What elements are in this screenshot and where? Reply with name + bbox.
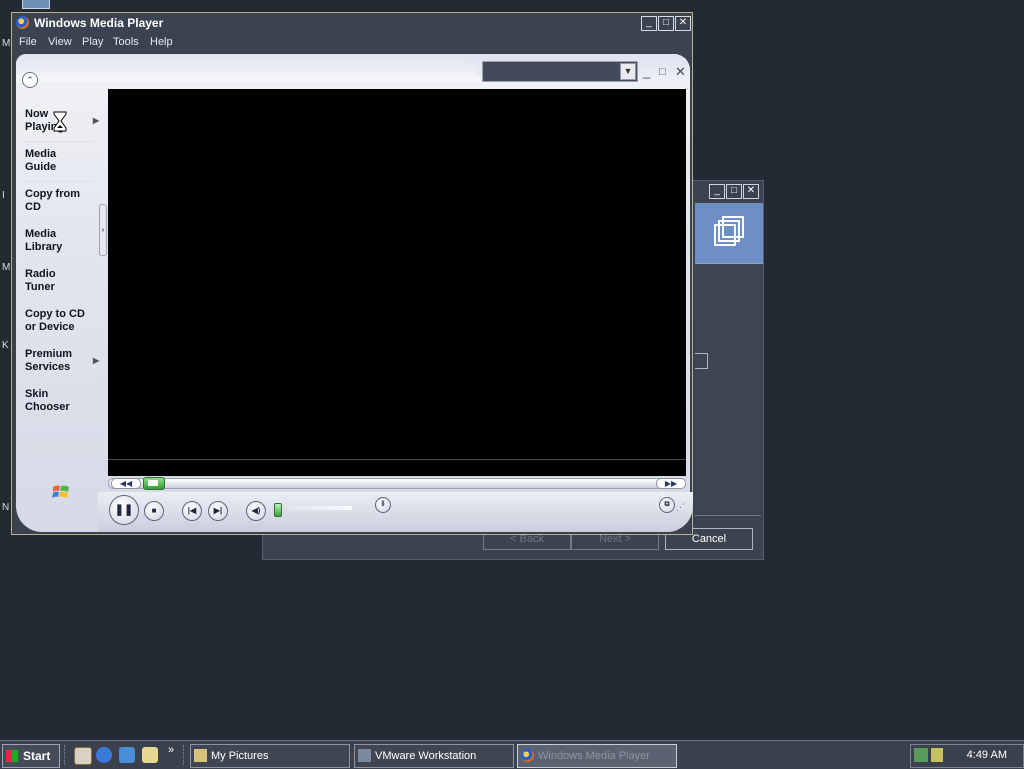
mute-button[interactable]: ◀) <box>246 501 266 521</box>
taskbar-button-vmware[interactable]: VMware Workstation <box>354 744 514 768</box>
nav-skin-chooser[interactable]: Skin Chooser <box>22 382 104 422</box>
taskbar-button-label: My Pictures <box>211 750 269 762</box>
vmware-icon <box>358 749 371 762</box>
menu-bar: File View Play Tools Help <box>12 34 692 52</box>
start-label: Start <box>23 749 51 763</box>
taskbar: Start » My Pictures VMware Workstation W… <box>0 740 1024 769</box>
chevron-right-icon: ▶ <box>93 116 100 125</box>
nav-label: Skin Chooser <box>25 388 70 413</box>
skin-close-button[interactable]: ✕ <box>675 64 686 80</box>
next-button[interactable]: ▶| <box>208 501 228 521</box>
windows-flag-icon <box>6 750 18 762</box>
nav-label: Radio Tuner <box>25 268 56 293</box>
nav-label: Media Guide <box>25 148 57 173</box>
outlook-express-icon[interactable] <box>119 747 135 763</box>
video-status-bar <box>108 459 686 476</box>
taskbar-button-label: Windows Media Player <box>538 750 650 762</box>
copy-windows-icon <box>714 216 744 246</box>
seek-bar[interactable] <box>108 478 684 489</box>
fast-forward-button[interactable]: ▶▶ <box>656 478 686 489</box>
video-display[interactable] <box>53 89 686 459</box>
chevron-right-icon: ▶ <box>93 356 100 365</box>
wizard-content <box>695 265 763 511</box>
nav-label: Copy from CD <box>25 188 80 213</box>
quicklaunch-grip <box>64 745 67 765</box>
menu-tools[interactable]: Tools <box>113 36 139 48</box>
wizard-banner <box>695 203 763 263</box>
search-icon[interactable] <box>142 747 158 763</box>
menu-play[interactable]: Play <box>82 36 103 48</box>
quicklaunch-overflow-icon[interactable]: » <box>168 744 174 756</box>
volume-slider-thumb[interactable] <box>274 503 282 517</box>
desktop-icon-label[interactable]: I <box>2 190 5 201</box>
stop-button[interactable]: ■ <box>144 501 164 521</box>
nav-label: Media Library <box>25 228 63 253</box>
skin-maximize-button[interactable]: □ <box>659 66 666 78</box>
window-title: Windows Media Player <box>34 16 164 30</box>
show-desktop-icon[interactable] <box>74 747 92 765</box>
taskbar-button-label: VMware Workstation <box>375 750 477 762</box>
nav-premium-services[interactable]: Premium Services ▶ <box>22 342 104 382</box>
desktop-icon-label[interactable]: N <box>2 502 9 513</box>
menu-help[interactable]: Help <box>150 36 173 48</box>
nav-radio-tuner[interactable]: Radio Tuner <box>22 262 104 302</box>
taskbar-grip <box>183 745 186 765</box>
wizard-text-field[interactable] <box>695 353 708 369</box>
seek-slider-thumb[interactable] <box>143 477 165 490</box>
compact-mode-button[interactable]: ⧉ <box>659 497 675 513</box>
windows-logo-icon <box>52 485 69 498</box>
clock[interactable]: 4:49 AM <box>967 749 1007 761</box>
previous-button[interactable]: |◀ <box>182 501 202 521</box>
nav-copy-to-cd-or-device[interactable]: Copy to CD or Device <box>22 302 104 342</box>
wizard-divider <box>695 515 761 516</box>
folder-icon <box>194 749 207 762</box>
volume-slider-track[interactable] <box>288 506 352 510</box>
menu-view[interactable]: View <box>48 36 72 48</box>
media-player-titlebar[interactable]: Windows Media Player _ □ ✕ <box>12 13 692 34</box>
nav-label: Copy to CD or Device <box>25 308 85 333</box>
wizard-close-button[interactable]: ✕ <box>743 184 759 199</box>
chevron-down-icon[interactable]: ▼ <box>620 63 636 80</box>
nav-label: Premium Services <box>25 348 73 373</box>
media-player-icon <box>521 749 534 762</box>
desktop-icon-label[interactable]: K <box>2 340 9 351</box>
internet-explorer-icon[interactable] <box>96 747 112 763</box>
features-taskbar: Now Playing ▶ Media Guide Copy from CD Me… <box>22 102 104 482</box>
start-button[interactable]: Start <box>2 744 60 768</box>
nav-divider <box>22 421 94 422</box>
nav-media-library[interactable]: Media Library <box>22 222 104 262</box>
minimize-button[interactable]: _ <box>641 16 657 31</box>
close-button[interactable]: ✕ <box>675 16 691 31</box>
taskbar-button-media-player[interactable]: Windows Media Player <box>517 744 677 768</box>
nav-copy-from-cd[interactable]: Copy from CD <box>22 182 104 222</box>
taskbar-collapse-handle[interactable]: › <box>99 204 107 256</box>
equalizer-button[interactable]: ‖ <box>375 497 391 513</box>
network-icon[interactable] <box>914 748 928 762</box>
maximize-button[interactable]: □ <box>658 16 674 31</box>
player-skin: ⌃ ▼ _ □ ✕ Now Playing ▶ Media Guide Copy … <box>14 53 693 533</box>
skin-shell: ⌃ ▼ _ □ ✕ Now Playing ▶ Media Guide Copy … <box>16 54 693 532</box>
collapse-taskbar-button[interactable]: ⌃ <box>22 72 38 88</box>
desktop-icon-label[interactable]: M <box>2 38 10 49</box>
taskbar-button-my-pictures[interactable]: My Pictures <box>190 744 350 768</box>
desktop-icon-label[interactable]: M <box>2 262 10 273</box>
desktop-icon[interactable] <box>22 0 50 9</box>
hourglass-cursor-icon <box>53 111 67 132</box>
nav-media-guide[interactable]: Media Guide <box>22 142 104 182</box>
wizard-maximize-button[interactable]: □ <box>726 184 742 199</box>
system-tray: 4:49 AM <box>910 744 1024 768</box>
pause-button[interactable]: ❚❚ <box>109 495 139 525</box>
wizard-banner-divider <box>695 263 763 264</box>
tray-icon[interactable] <box>931 748 943 762</box>
skin-minimize-button[interactable]: _ <box>643 64 650 79</box>
rewind-button[interactable]: ◀◀ <box>111 478 141 489</box>
media-player-window: Windows Media Player _ □ ✕ File View Pla… <box>11 12 693 535</box>
menu-file[interactable]: File <box>19 36 37 48</box>
wizard-minimize-button[interactable]: _ <box>709 184 725 199</box>
media-player-logo-icon <box>16 16 29 29</box>
resize-grip-icon[interactable]: ⋰ <box>676 502 685 513</box>
playlist-dropdown[interactable]: ▼ <box>482 61 638 82</box>
